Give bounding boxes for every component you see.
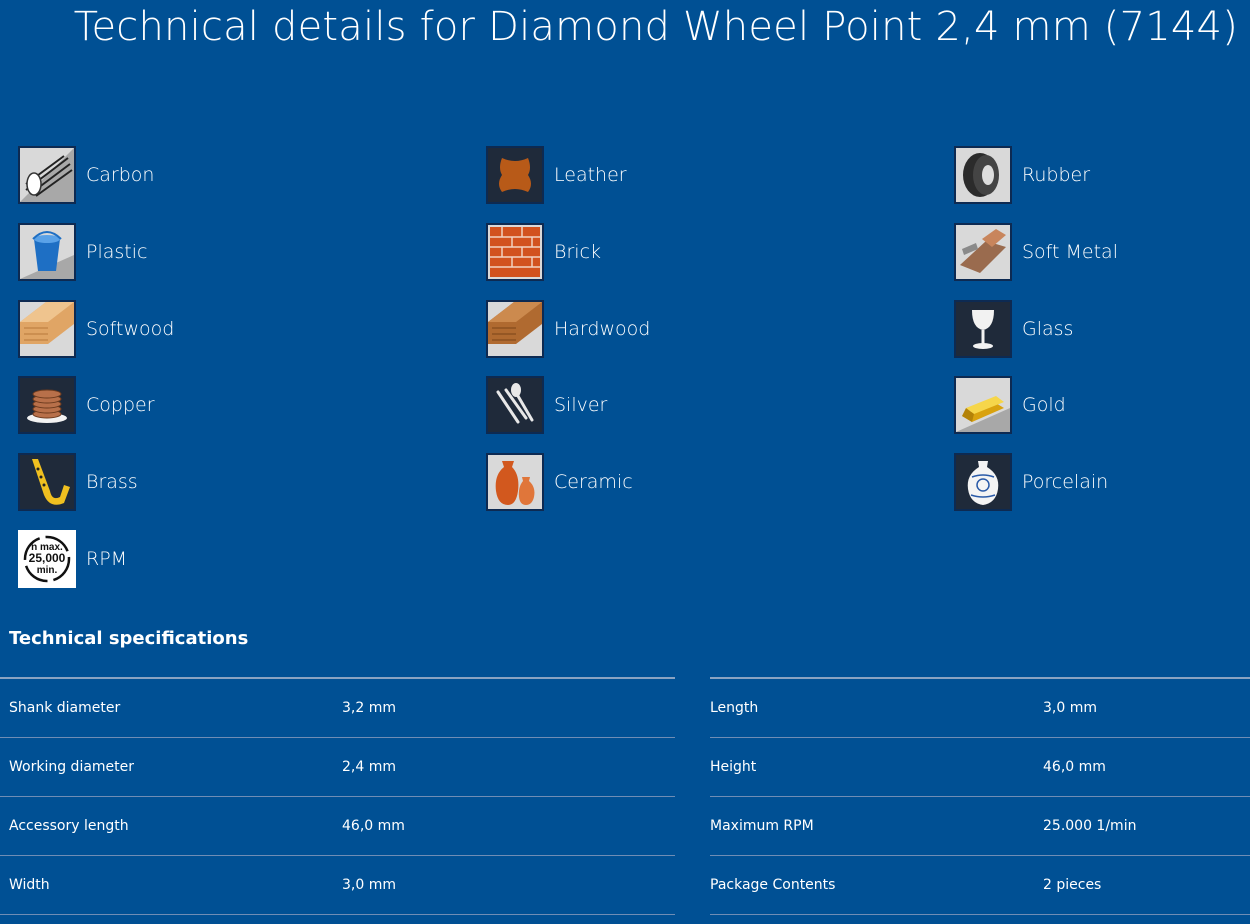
spec-row: Shank diameter 3,2 mm bbox=[0, 679, 675, 738]
spec-value: 3,0 mm bbox=[1043, 700, 1097, 716]
spec-value: 46,0 mm bbox=[1043, 759, 1106, 775]
material-label: Glass bbox=[1022, 318, 1074, 340]
rpm-icon-line2: 25,000 bbox=[29, 551, 66, 565]
material-label: Silver bbox=[554, 394, 608, 416]
ceramic-icon bbox=[486, 453, 544, 511]
material-label: RPM bbox=[86, 548, 128, 570]
copper-icon bbox=[18, 376, 76, 434]
material-silver: Silver bbox=[486, 376, 607, 434]
spec-name: Accessory length bbox=[9, 818, 129, 834]
material-label: Gold bbox=[1022, 394, 1066, 416]
rpm-icon-line3: min. bbox=[37, 565, 58, 576]
material-label: Carbon bbox=[86, 164, 155, 186]
spec-row: Height 46,0 mm bbox=[710, 738, 1250, 797]
spec-name: Length bbox=[710, 700, 759, 716]
glass-icon bbox=[954, 300, 1012, 358]
softwood-icon bbox=[18, 300, 76, 358]
rubber-icon bbox=[954, 146, 1012, 204]
material-hardwood: Hardwood bbox=[486, 300, 650, 358]
spec-value: 25.000 1/min bbox=[1043, 818, 1137, 834]
material-label: Rubber bbox=[1022, 164, 1091, 186]
material-label: Hardwood bbox=[554, 318, 651, 340]
soft-metal-icon bbox=[954, 223, 1012, 281]
material-copper: Copper bbox=[18, 376, 155, 434]
spec-name: Height bbox=[710, 759, 757, 775]
material-label: Copper bbox=[86, 394, 155, 416]
spec-row: Working diameter 2,4 mm bbox=[0, 738, 675, 797]
spec-name: Maximum RPM bbox=[710, 818, 814, 834]
material-label: Ceramic bbox=[554, 471, 633, 493]
spec-value: 3,0 mm bbox=[342, 877, 396, 893]
material-brass: Brass bbox=[18, 453, 138, 511]
material-icons-grid: Carbon Leather Rubber Plastic Brick Soft… bbox=[0, 146, 1250, 591]
spec-value: 2,4 mm bbox=[342, 759, 396, 775]
material-ceramic: Ceramic bbox=[486, 453, 633, 511]
spec-row: Accessory length 46,0 mm bbox=[0, 797, 675, 856]
material-gold: Gold bbox=[954, 376, 1066, 434]
silver-icon bbox=[486, 376, 544, 434]
carbon-icon bbox=[18, 146, 76, 204]
material-porcelain: Porcelain bbox=[954, 453, 1108, 511]
spec-name: Width bbox=[9, 877, 50, 893]
material-brick: Brick bbox=[486, 223, 601, 281]
material-carbon: Carbon bbox=[18, 146, 154, 204]
spec-row: Maximum RPM 25.000 1/min bbox=[710, 797, 1250, 856]
spec-row: Width 3,0 mm bbox=[0, 856, 675, 915]
leather-icon bbox=[486, 146, 544, 204]
material-label: Brass bbox=[86, 471, 138, 493]
spec-value: 3,2 mm bbox=[342, 700, 396, 716]
material-label: Brick bbox=[554, 241, 601, 263]
material-label: Porcelain bbox=[1022, 471, 1109, 493]
gold-icon bbox=[954, 376, 1012, 434]
brick-icon bbox=[486, 223, 544, 281]
material-label: Soft Metal bbox=[1022, 241, 1118, 263]
porcelain-icon bbox=[954, 453, 1012, 511]
specs-table-left: Shank diameter 3,2 mm Working diameter 2… bbox=[0, 677, 675, 915]
material-softwood: Softwood bbox=[18, 300, 174, 358]
spec-name: Shank diameter bbox=[9, 700, 121, 716]
material-rubber: Rubber bbox=[954, 146, 1090, 204]
spec-name: Working diameter bbox=[9, 759, 135, 775]
specs-title: Technical specifications bbox=[9, 628, 249, 649]
material-label: Leather bbox=[554, 164, 627, 186]
material-leather: Leather bbox=[486, 146, 627, 204]
brass-icon bbox=[18, 453, 76, 511]
spec-row: Package Contents 2 pieces bbox=[710, 856, 1250, 915]
spec-value: 2 pieces bbox=[1043, 877, 1102, 893]
material-plastic: Plastic bbox=[18, 223, 147, 281]
spec-value: 46,0 mm bbox=[342, 818, 405, 834]
material-label: Plastic bbox=[86, 241, 148, 263]
spec-row: Length 3,0 mm bbox=[710, 679, 1250, 738]
plastic-icon bbox=[18, 223, 76, 281]
material-soft-metal: Soft Metal bbox=[954, 223, 1118, 281]
rpm-icon: n max. 25,000 min. bbox=[18, 530, 76, 588]
material-rpm: n max. 25,000 min. RPM bbox=[18, 530, 127, 588]
material-glass: Glass bbox=[954, 300, 1073, 358]
page-title: Technical details for Diamond Wheel Poin… bbox=[73, 4, 1238, 50]
hardwood-icon bbox=[486, 300, 544, 358]
specs-table-right: Length 3,0 mm Height 46,0 mm Maximum RPM… bbox=[710, 677, 1250, 915]
material-label: Softwood bbox=[86, 318, 175, 340]
spec-name: Package Contents bbox=[710, 877, 836, 893]
